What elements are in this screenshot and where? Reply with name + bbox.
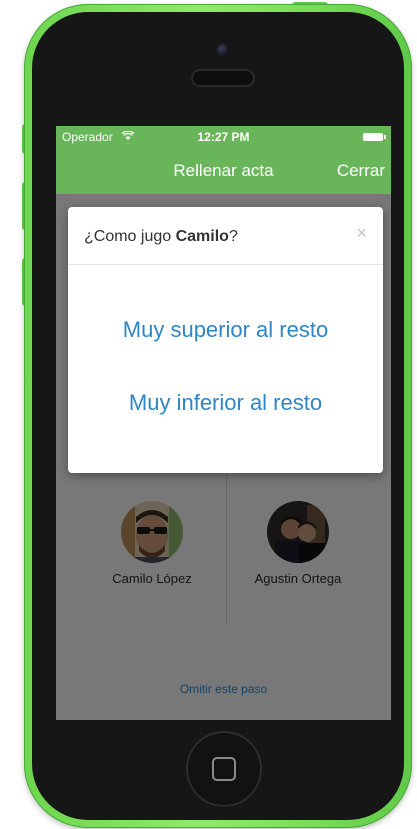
front-camera-icon [217,44,228,55]
close-button[interactable]: Cerrar [337,161,385,181]
home-button[interactable] [188,733,260,805]
status-clock: 12:27 PM [197,130,250,144]
modal-header: ¿Como jugo Camilo? × [68,207,383,265]
option-inferior[interactable]: Muy inferior al resto [68,390,383,416]
status-bar: Operador 12:27 PM [56,126,391,148]
battery-icon [363,133,386,141]
option-superior[interactable]: Muy superior al resto [68,317,383,343]
home-square-icon [212,757,236,781]
question-suffix: ? [228,228,238,245]
modal-close-icon[interactable]: × [356,223,367,244]
phone-screen: Operador 12:27 PM Rellenar acta Cerrar ¿… [56,126,391,720]
question-player-name: Camilo [175,228,229,245]
navigation-bar: Rellenar acta Cerrar [56,148,391,194]
simulator-stage: Operador 12:27 PM Rellenar acta Cerrar ¿… [0,0,417,829]
question-prefix: ¿Como jugo [84,228,176,245]
modal-title: ¿Como jugo Camilo? [84,228,238,246]
rating-modal: ¿Como jugo Camilo? × Muy superior al res… [68,207,383,473]
earpiece-speaker [193,71,253,85]
